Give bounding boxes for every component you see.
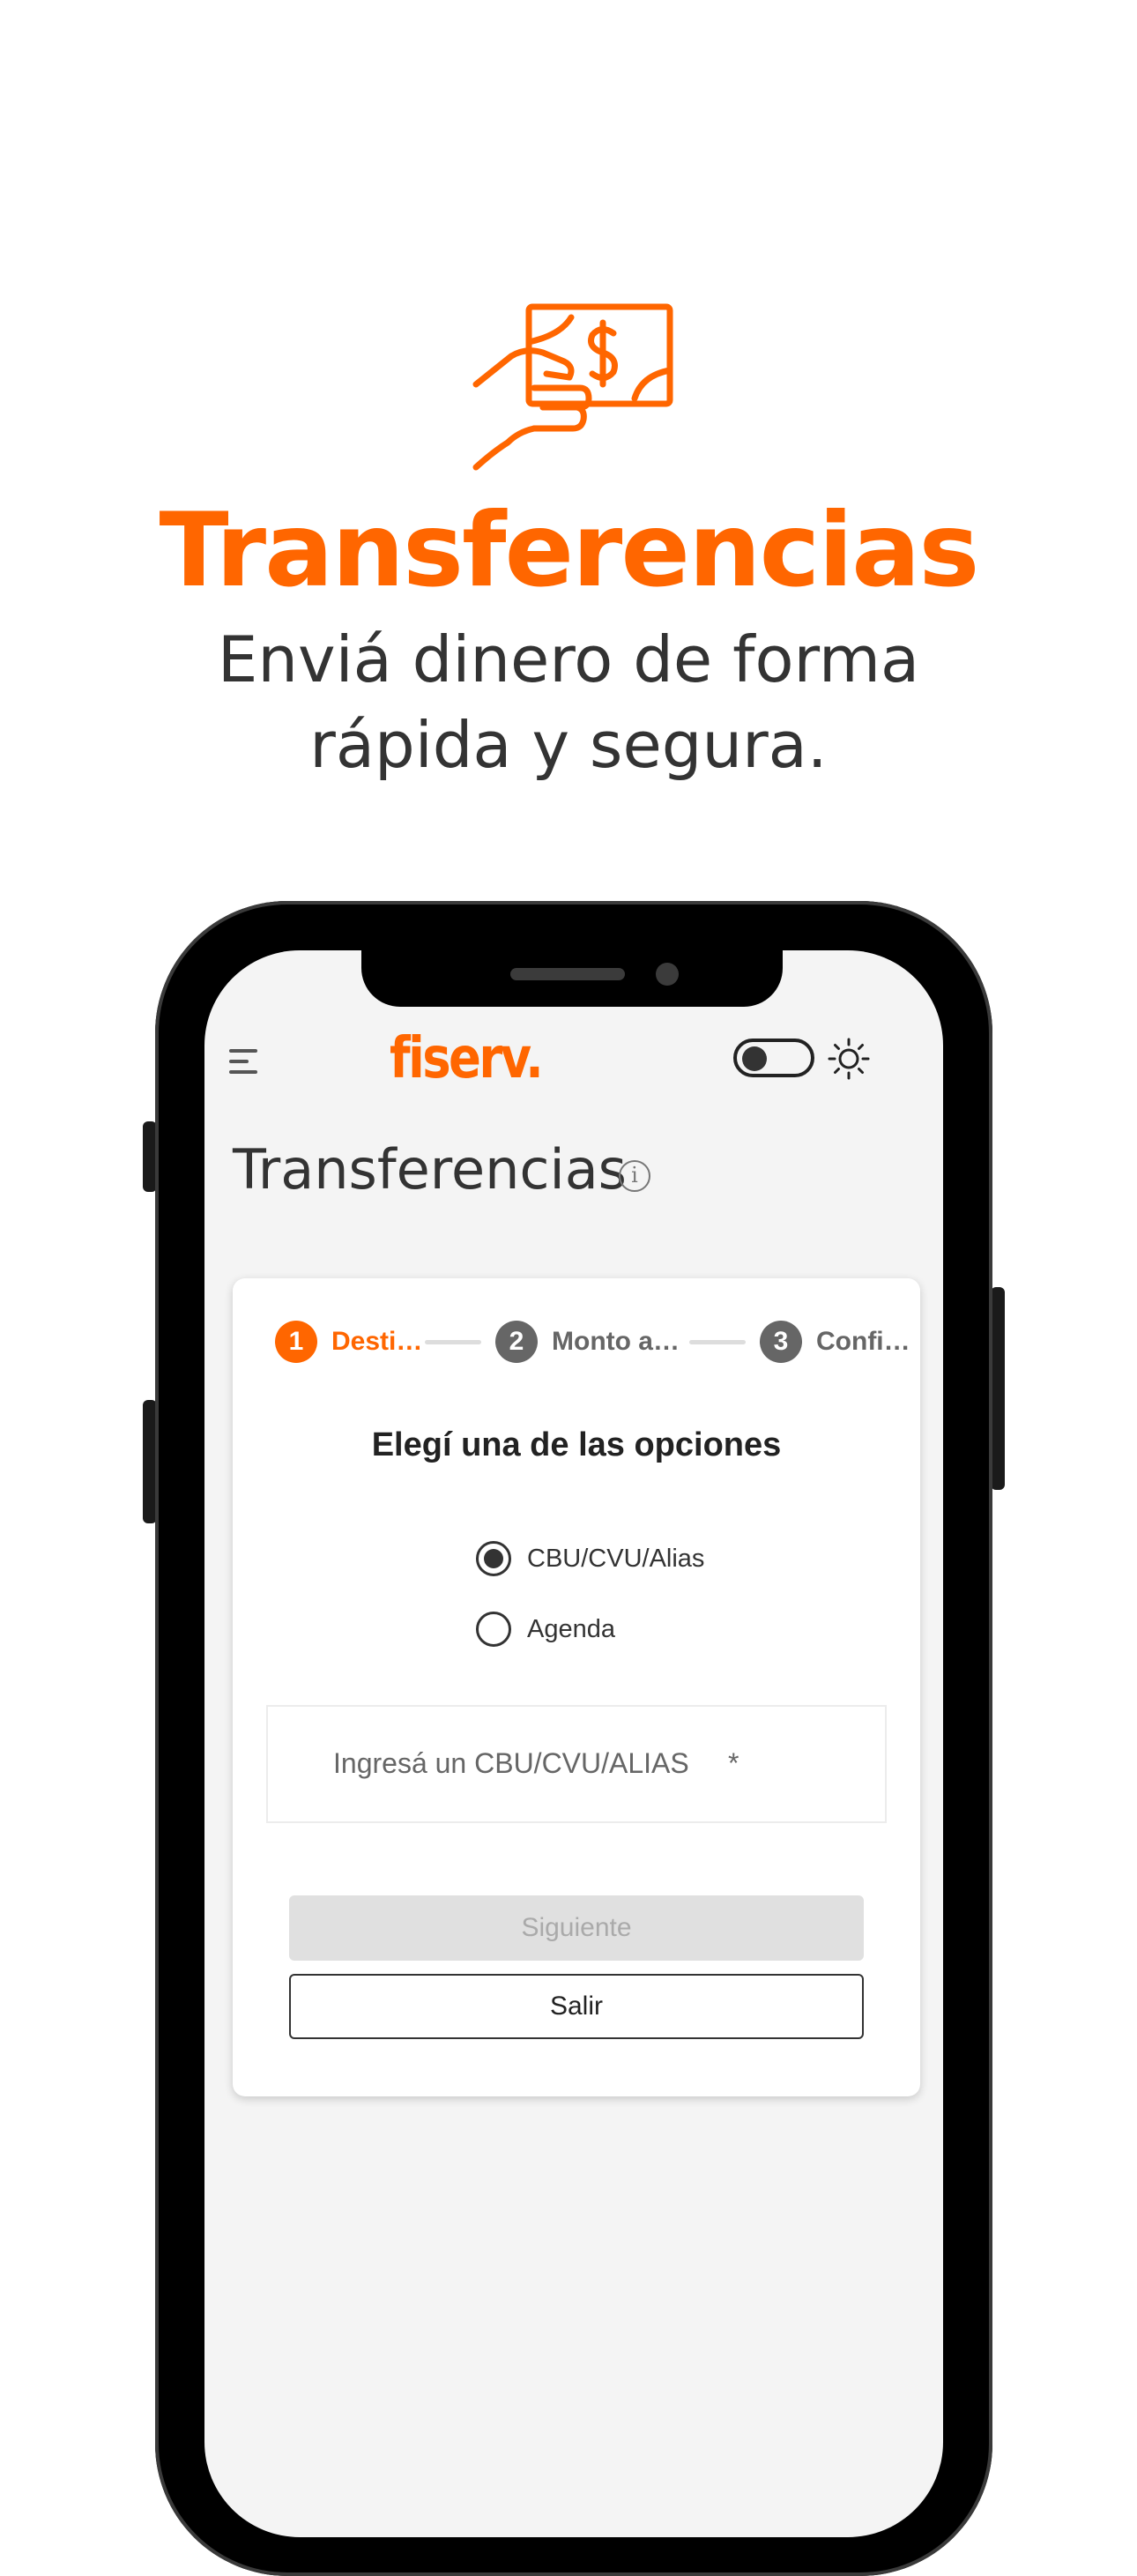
step-2-circle[interactable]: 2	[495, 1321, 538, 1363]
phone-power-button	[991, 1287, 1005, 1490]
exit-button[interactable]: Salir	[289, 1974, 864, 2039]
page-title: Transferencias	[233, 1137, 627, 1202]
front-camera	[656, 963, 679, 986]
promo-subtitle-line-1: Enviá dinero de forma	[217, 622, 920, 696]
radio-button-selected[interactable]	[476, 1541, 511, 1576]
fiserv-logo: fiserv.	[390, 1026, 544, 1091]
cbu-input-placeholder: Ingresá un CBU/CVU/ALIAS	[333, 1747, 689, 1779]
promo-title: Transferencias	[159, 491, 980, 610]
promo-subtitle: Enviá dinero de forma rápida y segura.	[0, 617, 1137, 788]
phone-notch	[361, 950, 783, 1007]
required-asterisk: *	[728, 1747, 739, 1779]
promo-subtitle-line-2: rápida y segura.	[309, 708, 828, 782]
radio-button-unselected[interactable]	[476, 1612, 511, 1647]
step-3-circle[interactable]: 3	[760, 1321, 802, 1363]
options-heading: Elegí una de las opciones	[371, 1426, 782, 1463]
toggle-knob	[742, 1046, 767, 1071]
radio-label-cbu[interactable]: CBU/CVU/Alias	[527, 1541, 704, 1576]
info-icon[interactable]: i	[619, 1160, 650, 1192]
cbu-input-field[interactable]: Ingresá un CBU/CVU/ALIAS *	[266, 1705, 887, 1823]
next-button[interactable]: Siguiente	[289, 1895, 864, 1961]
speaker-grille	[510, 968, 625, 980]
transfer-card: 1 Desti… 2 Monto a… 3 Confi… Elegí una d…	[233, 1278, 920, 2096]
step-1-label[interactable]: Desti…	[331, 1321, 422, 1363]
sun-icon	[828, 1038, 870, 1080]
step-1-circle[interactable]: 1	[275, 1321, 317, 1363]
radio-label-agenda[interactable]: Agenda	[527, 1612, 615, 1647]
hand-money-icon	[472, 303, 673, 471]
step-3-label[interactable]: Confi…	[816, 1321, 910, 1363]
step-2-label[interactable]: Monto a…	[552, 1321, 680, 1363]
step-connector-1	[425, 1340, 481, 1344]
hamburger-menu-icon[interactable]	[229, 1047, 259, 1076]
theme-toggle[interactable]	[733, 1039, 814, 1077]
phone-screen: fiserv. Transferencias i 1 Desti… 2 Mont…	[204, 950, 943, 2537]
step-connector-2	[689, 1340, 746, 1344]
radio-dot	[484, 1549, 503, 1568]
